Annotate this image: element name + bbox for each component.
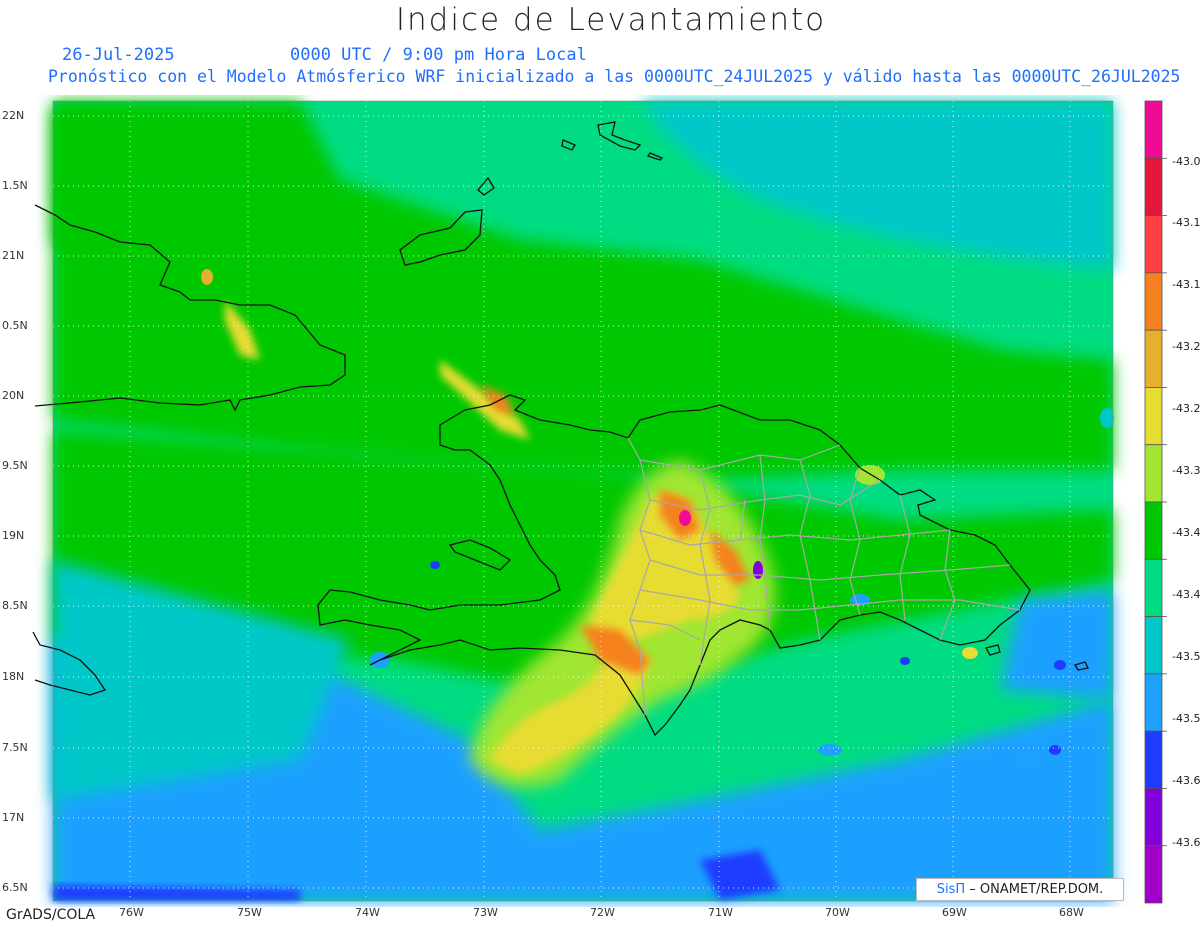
lon-label: 69W	[942, 906, 967, 919]
colorbar-label: -43.4	[1172, 526, 1200, 539]
lat-label: 18N	[2, 670, 25, 683]
forecast-time: 0000 UTC / 9:00 pm Hora Local	[290, 45, 587, 65]
colorbar-segment	[1144, 501, 1163, 560]
colorbar-label: -43.0	[1172, 155, 1200, 168]
lat-label: 1.5N	[2, 179, 28, 192]
lon-label: 72W	[590, 906, 615, 919]
colorbar-label: -43.2	[1172, 402, 1200, 415]
colorbar-segment	[1144, 788, 1163, 847]
lat-label: 7.5N	[2, 741, 28, 754]
colorbar-label: -43.1	[1172, 278, 1200, 291]
grads-footer: GrADS/COLA	[6, 907, 96, 923]
colorbar-segment	[1144, 845, 1163, 904]
colorbar-segment	[1144, 329, 1163, 388]
lat-label: 0.5N	[2, 319, 28, 332]
colorbar	[1144, 100, 1167, 904]
colorbar-segment	[1144, 272, 1163, 331]
colorbar-label: -43.2	[1172, 340, 1200, 353]
colorbar-segment	[1144, 157, 1163, 216]
colorbar-label: -43.4	[1172, 588, 1200, 601]
colorbar-label: -43.5	[1172, 650, 1200, 663]
colorbar-segment	[1144, 100, 1163, 159]
lifted-index-map	[32, 100, 1167, 904]
colorbar-label: -43.5	[1172, 712, 1200, 725]
colorbar-segment	[1144, 387, 1163, 446]
sispi-logo: SisΠ	[936, 882, 966, 897]
colorbar-label: -43.3	[1172, 464, 1200, 477]
lat-label: 6.5N	[2, 881, 28, 894]
lat-label: 20N	[2, 389, 25, 402]
lat-label: 9.5N	[2, 459, 28, 472]
map-plot-area	[32, 101, 1114, 901]
colorbar-label: -43.6	[1172, 774, 1200, 787]
forecast-date: 26-Jul-2025	[62, 45, 175, 65]
lon-label: 68W	[1059, 906, 1084, 919]
forecast-description: Pronóstico con el Modelo Atmósferico WRF…	[48, 67, 1181, 86]
colorbar-segment	[1144, 215, 1163, 274]
colorbar-segment	[1144, 616, 1163, 675]
lon-label: 70W	[825, 906, 850, 919]
colorbar-segment	[1144, 730, 1163, 789]
lat-label: 17N	[2, 811, 25, 824]
colorbar-segment	[1144, 673, 1163, 732]
map-title: Indice de Levantamiento	[395, 2, 827, 38]
lon-label: 73W	[473, 906, 498, 919]
lon-label: 76W	[119, 906, 144, 919]
lon-label: 75W	[237, 906, 262, 919]
lon-label: 71W	[708, 906, 733, 919]
credit-box: SisΠ – ONAMET/REP.DOM.	[916, 878, 1124, 901]
lat-label: 22N	[2, 109, 25, 122]
field-purple-spot	[753, 561, 763, 579]
colorbar-segment	[1144, 558, 1163, 617]
colorbar-segment	[1144, 444, 1163, 503]
lat-label: 8.5N	[2, 599, 28, 612]
credit-text: – ONAMET/REP.DOM.	[969, 882, 1104, 897]
lon-label: 74W	[355, 906, 380, 919]
lat-label: 19N	[2, 529, 25, 542]
colorbar-label: -43.1	[1172, 216, 1200, 229]
colorbar-label: -43.6	[1172, 836, 1200, 849]
lat-label: 21N	[2, 249, 25, 262]
field-magenta-max	[679, 510, 691, 526]
